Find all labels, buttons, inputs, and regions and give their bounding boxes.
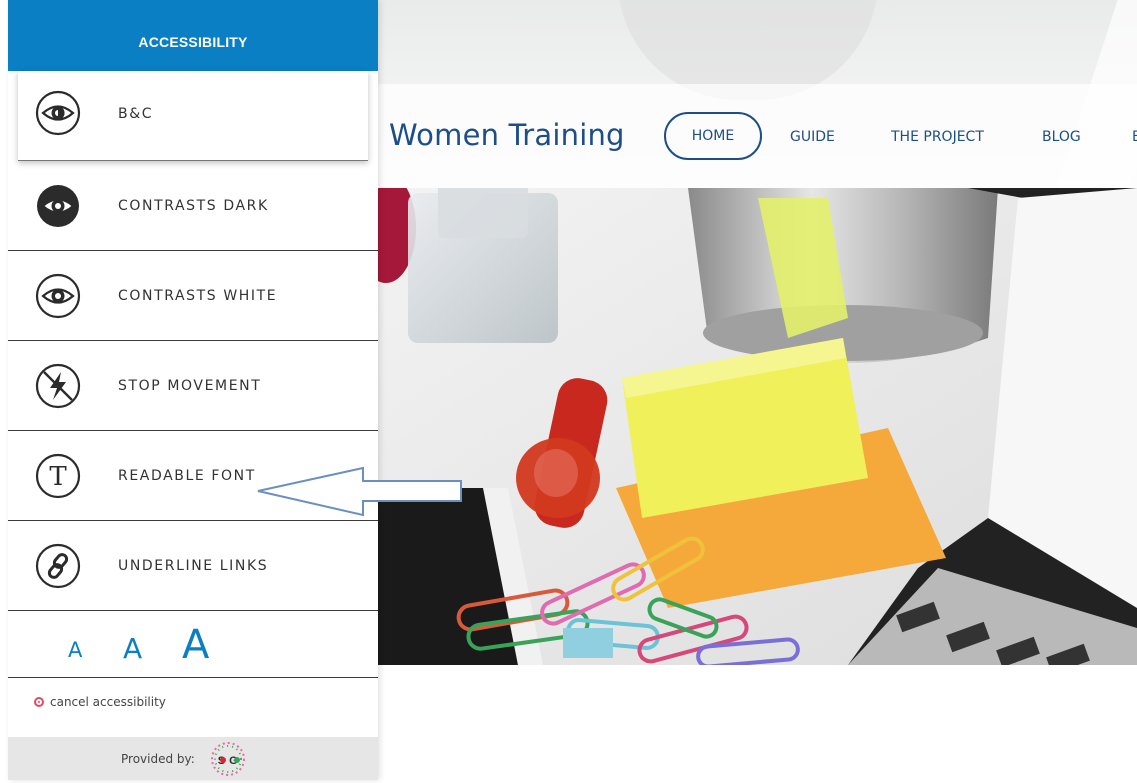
hero-image bbox=[378, 188, 1137, 665]
eye-white-icon bbox=[35, 273, 81, 319]
option-label: B&C bbox=[118, 106, 154, 122]
eye-dark-icon bbox=[35, 183, 81, 229]
sogo-logo[interactable]: S G bbox=[203, 740, 253, 778]
site-title[interactable]: Women Training bbox=[389, 118, 625, 152]
cancel-icon bbox=[34, 697, 44, 707]
font-size-medium-button[interactable]: A bbox=[123, 632, 142, 665]
nav-home[interactable]: HOME bbox=[664, 112, 762, 160]
no-flash-icon bbox=[35, 363, 81, 409]
annotation-arrow bbox=[257, 466, 462, 517]
option-label: READABLE FONT bbox=[118, 467, 256, 484]
hero-desk-scene bbox=[378, 188, 1137, 665]
eye-outline-icon bbox=[35, 90, 81, 136]
option-underline-links[interactable]: UNDERLINE LINKS bbox=[8, 521, 378, 611]
option-b-and-c[interactable]: B&C bbox=[18, 71, 368, 161]
nav-the-project[interactable]: THE PROJECT bbox=[891, 112, 984, 162]
cancel-label: cancel accessibility bbox=[50, 695, 166, 709]
font-t-icon: T bbox=[35, 453, 81, 499]
link-icon bbox=[35, 543, 81, 589]
option-label: STOP MOVEMENT bbox=[118, 377, 262, 394]
svg-text:T: T bbox=[49, 462, 67, 492]
panel-footer: Provided by: S G bbox=[8, 737, 378, 780]
option-contrasts-white[interactable]: CONTRASTS WHITE bbox=[8, 251, 378, 341]
font-size-small-button[interactable]: A bbox=[68, 638, 82, 662]
option-stop-movement[interactable]: STOP MOVEMENT bbox=[8, 341, 378, 431]
font-size-large-button[interactable]: A bbox=[182, 622, 209, 668]
option-label: CONTRASTS WHITE bbox=[118, 287, 278, 304]
font-size-controls: A A A bbox=[8, 611, 378, 678]
option-contrasts-dark[interactable]: CONTRASTS DARK bbox=[8, 161, 378, 251]
option-label: UNDERLINE LINKS bbox=[118, 557, 269, 574]
cancel-accessibility-link[interactable]: cancel accessibility bbox=[8, 678, 378, 726]
provided-by-label: Provided by: bbox=[121, 752, 195, 766]
option-label: CONTRASTS DARK bbox=[118, 197, 269, 214]
panel-title: ACCESSIBILITY bbox=[8, 0, 378, 71]
nav-blog[interactable]: BLOG bbox=[1042, 112, 1081, 162]
accessibility-panel: ACCESSIBILITY B&C CONTRASTS DARK CONTRAS… bbox=[8, 0, 378, 780]
nav-next-item[interactable]: E bbox=[1132, 112, 1137, 162]
nav-guide[interactable]: GUIDE bbox=[790, 112, 835, 162]
